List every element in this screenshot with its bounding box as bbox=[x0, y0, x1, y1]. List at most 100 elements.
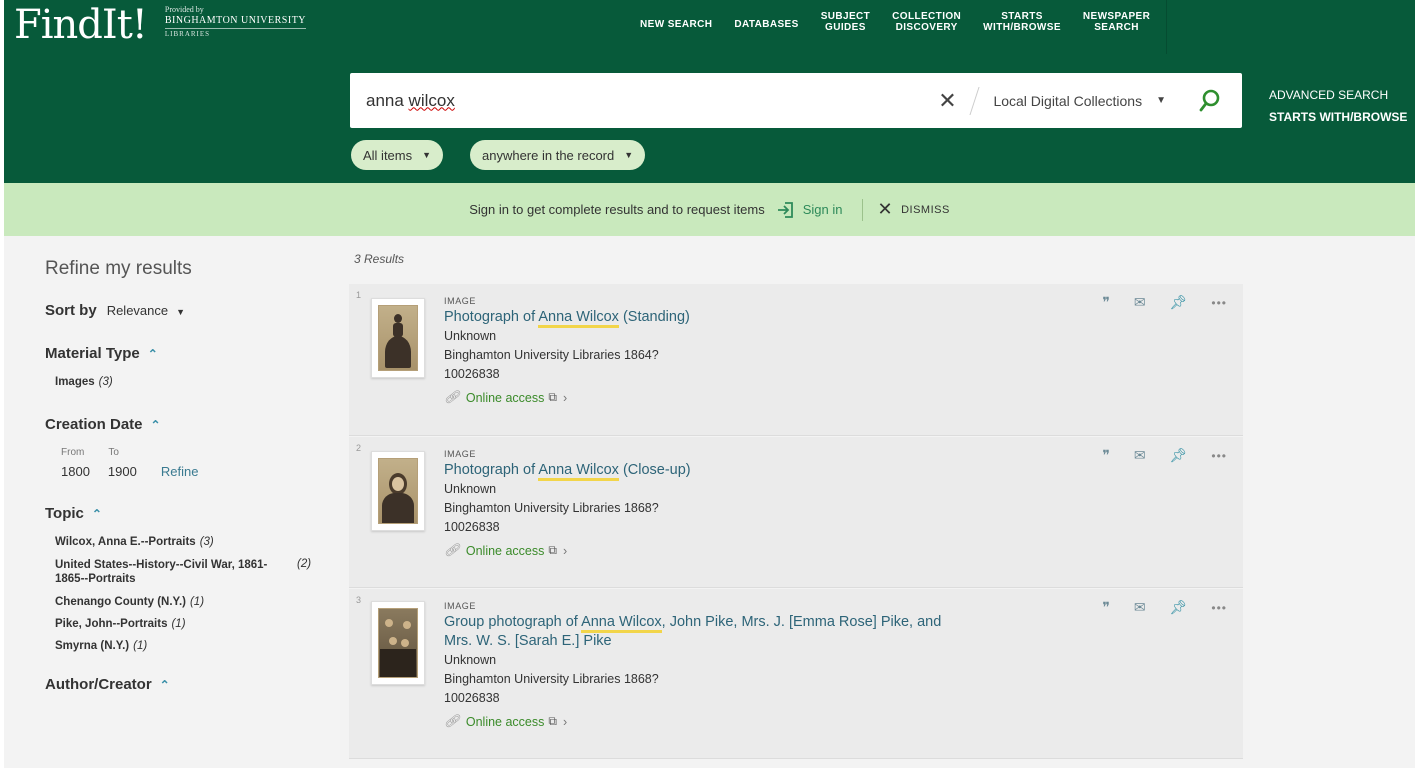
result-type: IMAGE bbox=[444, 296, 477, 306]
citation-icon[interactable]: ❞ bbox=[1102, 294, 1110, 311]
search-icon[interactable] bbox=[1190, 89, 1230, 113]
more-options-icon[interactable]: ••• bbox=[1211, 601, 1227, 615]
caret-down-icon: ▼ bbox=[624, 150, 634, 160]
result-item: 1 IMAGE Photograph of Anna Wilcox (Stand… bbox=[349, 284, 1243, 436]
result-title-link[interactable]: Photograph of Anna Wilcox (Close-up) bbox=[444, 461, 691, 481]
result-thumbnail[interactable] bbox=[371, 451, 425, 531]
result-item: 3 IMAGE Group photograph of Anna Wilcox,… bbox=[349, 589, 1243, 759]
citation-icon[interactable]: ❞ bbox=[1102, 447, 1110, 464]
pin-icon[interactable]: 📌︎ bbox=[1170, 599, 1188, 616]
result-number: 3 bbox=[356, 595, 362, 605]
sort-select[interactable]: Relevance ▼ bbox=[107, 303, 185, 318]
photo-figure bbox=[385, 336, 411, 368]
citation-icon[interactable]: ❞ bbox=[1102, 599, 1110, 616]
advanced-search-link[interactable]: ADVANCED SEARCH bbox=[1269, 84, 1407, 106]
header: FindIt! Provided by BINGHAMTON UNIVERSIT… bbox=[0, 0, 1415, 183]
nav-collection-discovery[interactable]: COLLECTION DISCOVERY bbox=[881, 0, 972, 54]
pin-icon[interactable]: 📌︎ bbox=[1170, 447, 1188, 464]
more-options-icon[interactable]: ••• bbox=[1211, 449, 1227, 463]
facet-author-creator-label: Author/Creator bbox=[45, 676, 152, 693]
title-text: (Close-up) bbox=[618, 462, 691, 478]
result-publisher: Binghamton University Libraries 1868? bbox=[444, 672, 659, 686]
filter-search-field[interactable]: anywhere in the record ▼ bbox=[470, 140, 646, 170]
caret-down-icon: ▼ bbox=[176, 307, 186, 317]
dismiss-button[interactable]: ✕ DISMISS bbox=[877, 199, 949, 220]
more-options-icon[interactable]: ••• bbox=[1211, 296, 1227, 310]
result-title-link[interactable]: Group photograph of Anna Wilcox, John Pi… bbox=[444, 613, 941, 651]
result-body: IMAGE Photograph of Anna Wilcox (Standin… bbox=[444, 296, 690, 405]
result-type: IMAGE bbox=[444, 601, 477, 611]
results-count: 3 Results bbox=[354, 252, 405, 266]
facet-creation-date[interactable]: Creation Date ⌃ bbox=[45, 416, 330, 433]
nav-starts-with-browse[interactable]: STARTS WITH/BROWSE bbox=[972, 0, 1072, 54]
result-thumbnail[interactable] bbox=[371, 298, 425, 378]
email-icon[interactable]: ✉ bbox=[1134, 599, 1146, 616]
email-icon[interactable]: ✉ bbox=[1134, 447, 1146, 464]
facet-value[interactable]: Smyrna (N.Y.) (1) bbox=[55, 640, 330, 652]
online-access-label: Online access bbox=[465, 543, 545, 558]
facet-value[interactable]: Chenango County (N.Y.) (1) bbox=[55, 596, 330, 608]
query-part-1: anna bbox=[366, 90, 409, 110]
facet-value-count: (3) bbox=[199, 536, 214, 548]
result-thumbnail[interactable] bbox=[371, 601, 425, 685]
sort-value: Relevance bbox=[106, 303, 169, 318]
facet-value[interactable]: United States--History--Civil War, 1861-… bbox=[55, 558, 330, 586]
facet-panel: Refine my results Sort by Relevance ▼ Mat… bbox=[45, 258, 330, 707]
online-access-label: Online access bbox=[465, 390, 545, 405]
photo-image bbox=[378, 608, 418, 678]
facet-value-label: Chenango County (N.Y.) bbox=[55, 596, 186, 608]
facet-value[interactable]: Pike, John--Portraits (1) bbox=[55, 618, 330, 630]
provider-block: Provided by BINGHAMTON UNIVERSITY LIBRAR… bbox=[164, 5, 307, 38]
refine-button[interactable]: Refine bbox=[161, 464, 199, 479]
starts-with-browse-link[interactable]: STARTS WITH/BROWSE bbox=[1269, 106, 1407, 128]
date-labels: From To bbox=[61, 447, 330, 458]
to-field[interactable]: 1900 bbox=[108, 464, 137, 479]
result-body: IMAGE Photograph of Anna Wilcox (Close-u… bbox=[444, 449, 691, 558]
chevron-up-icon: ⌃ bbox=[147, 347, 158, 361]
sort-row: Sort by Relevance ▼ bbox=[45, 302, 330, 319]
banner-message: Sign in to get complete results and to r… bbox=[469, 202, 765, 217]
online-access-link[interactable]: 🔗︎ Online access ⧉ › bbox=[444, 390, 690, 405]
nav-databases[interactable]: DATABASES bbox=[723, 0, 809, 54]
title-text: Mrs. W. S. [Sarah E.] Pike bbox=[444, 633, 612, 649]
findit-logo[interactable]: FindIt! Provided by BINGHAMTON UNIVERSIT… bbox=[14, 2, 307, 48]
caret-down-icon: ▼ bbox=[1156, 95, 1166, 106]
link-icon: 🔗︎ bbox=[444, 390, 460, 404]
from-label: From bbox=[61, 447, 85, 458]
facet-topic[interactable]: Topic ⌃ bbox=[45, 505, 330, 522]
nav-subject-guides[interactable]: SUBJECT GUIDES bbox=[810, 0, 881, 54]
facet-value[interactable]: Images (3) bbox=[55, 376, 330, 388]
facet-value[interactable]: Wilcox, Anna E.--Portraits (3) bbox=[55, 536, 330, 548]
result-actions: ❞ ✉ 📌︎ ••• bbox=[1102, 599, 1227, 616]
photo-figure bbox=[394, 314, 402, 323]
provider-sub: LIBRARIES bbox=[164, 29, 211, 38]
facet-value-label: United States--History--Civil War, 1861-… bbox=[55, 559, 268, 585]
chevron-right-icon: › bbox=[562, 390, 568, 405]
email-icon[interactable]: ✉ bbox=[1134, 294, 1146, 311]
online-access-link[interactable]: 🔗︎ Online access ⧉ › bbox=[444, 714, 941, 729]
search-bar: anna wilcox ✕ Local Digital Collections ▼ bbox=[350, 73, 1242, 128]
title-highlight: Anna Wilcox bbox=[581, 614, 662, 633]
external-link-icon: ⧉ bbox=[548, 714, 557, 728]
facet-material-type[interactable]: Material Type ⌃ bbox=[45, 345, 330, 362]
facet-author-creator[interactable]: Author/Creator ⌃ bbox=[45, 676, 330, 693]
photo-figure bbox=[382, 493, 414, 523]
result-id: 10026838 bbox=[444, 367, 500, 381]
chevron-right-icon: › bbox=[562, 714, 568, 729]
nav-newspaper-search[interactable]: NEWSPAPER SEARCH bbox=[1072, 0, 1161, 54]
from-field[interactable]: 1800 bbox=[61, 464, 90, 479]
external-link-icon: ⧉ bbox=[548, 543, 557, 557]
nav-divider bbox=[1161, 0, 1168, 54]
result-publisher: Binghamton University Libraries 1868? bbox=[444, 501, 659, 515]
filter-all-items[interactable]: All items ▼ bbox=[351, 140, 444, 170]
online-access-link[interactable]: 🔗︎ Online access ⧉ › bbox=[444, 543, 691, 558]
pin-icon[interactable]: 📌︎ bbox=[1170, 294, 1188, 311]
link-icon: 🔗︎ bbox=[444, 543, 460, 557]
signin-link[interactable]: Sign in bbox=[777, 201, 843, 219]
nav-new-search[interactable]: NEW SEARCH bbox=[629, 0, 723, 54]
scope-select[interactable]: Local Digital Collections ▼ bbox=[993, 93, 1166, 109]
search-input[interactable]: anna wilcox bbox=[350, 91, 937, 111]
signin-label: Sign in bbox=[802, 202, 843, 217]
sort-label: Sort by bbox=[45, 302, 97, 319]
result-title-link[interactable]: Photograph of Anna Wilcox (Standing) bbox=[444, 308, 690, 328]
